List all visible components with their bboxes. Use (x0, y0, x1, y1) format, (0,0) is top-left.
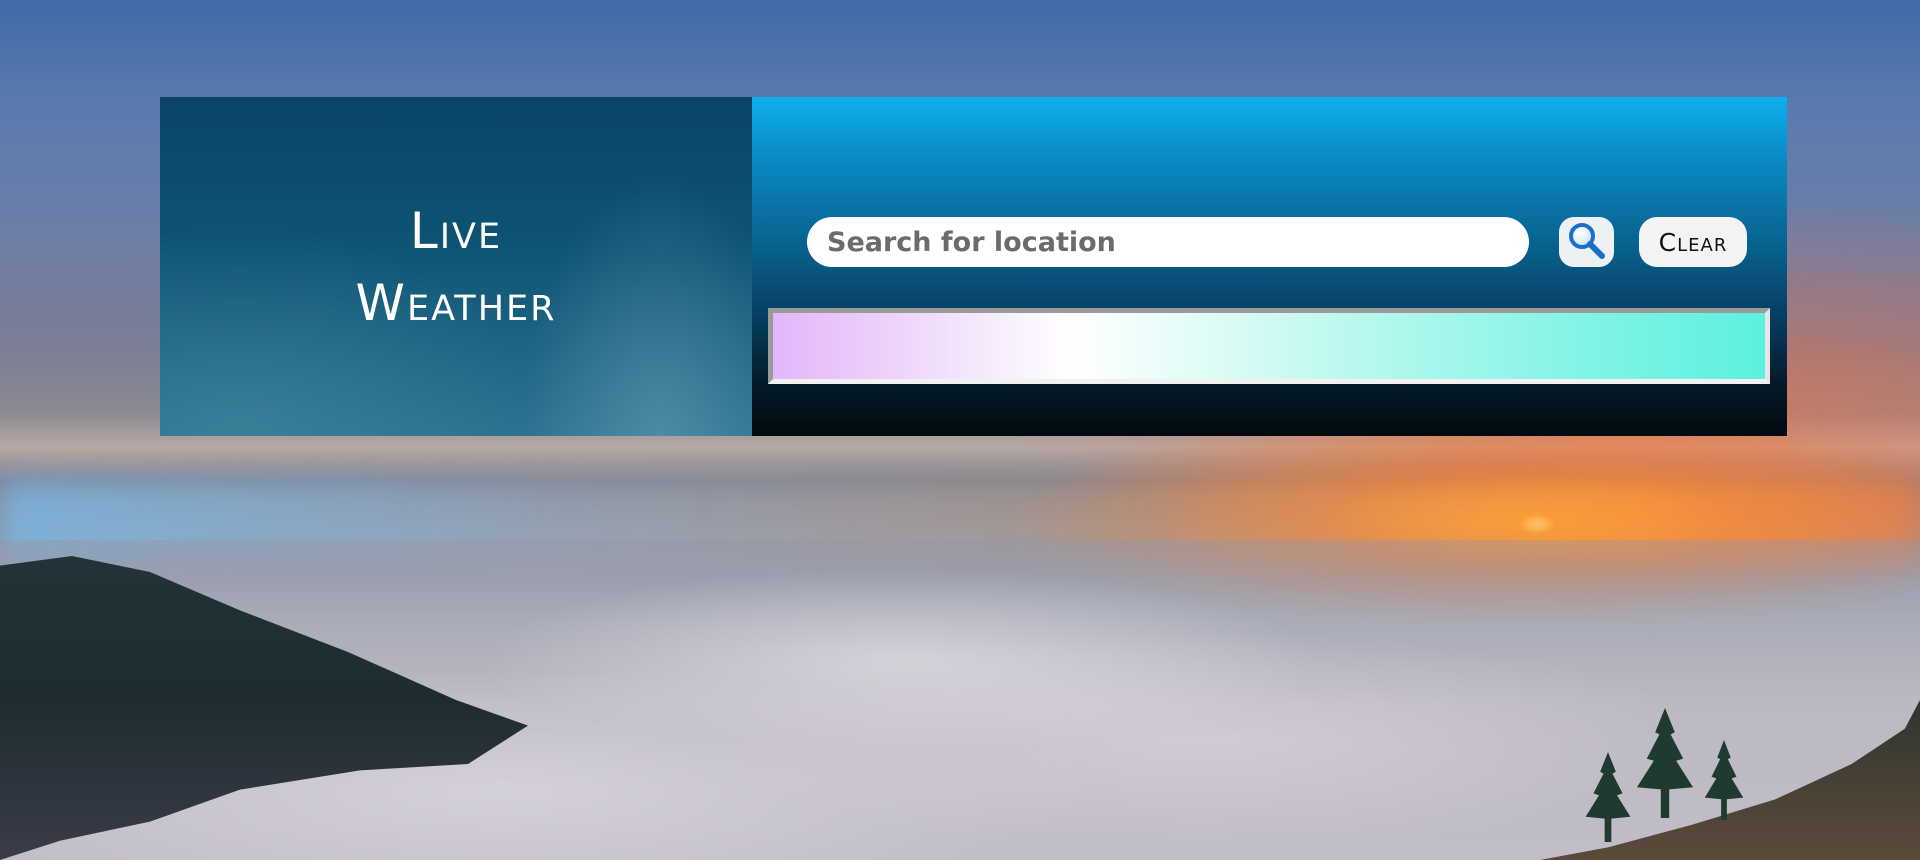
brand-panel: Live Weather (160, 97, 752, 436)
app-title-line-2: Weather (355, 273, 557, 332)
search-panel: Clear (752, 97, 1787, 436)
magnifier-icon (1565, 219, 1609, 266)
weather-result-display (768, 308, 1770, 384)
app-header: Live Weather Clear (160, 97, 1787, 436)
location-search-input[interactable] (807, 217, 1529, 267)
app-title: Live Weather (356, 195, 557, 339)
app-title-line-1: Live (409, 201, 503, 260)
search-button[interactable] (1559, 217, 1614, 267)
clear-button[interactable]: Clear (1639, 217, 1747, 267)
